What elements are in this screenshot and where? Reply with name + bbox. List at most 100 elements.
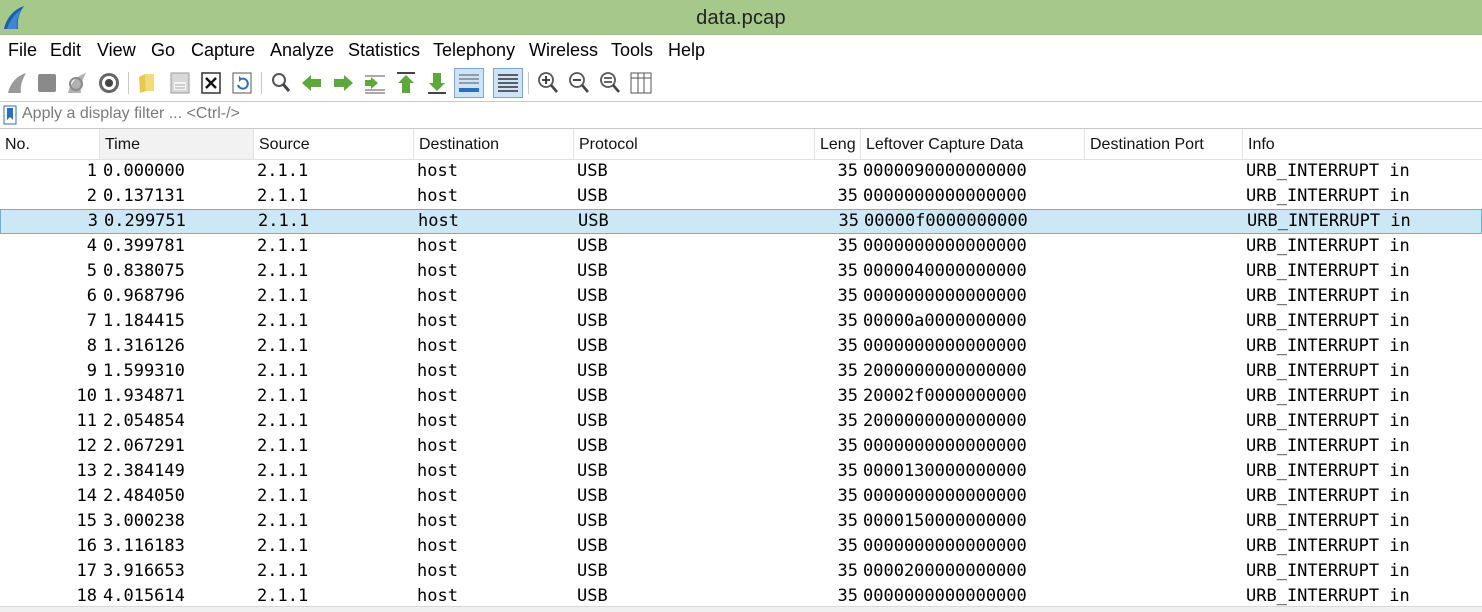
display-filter-input[interactable] xyxy=(20,103,1464,125)
menu-tools[interactable]: Tools xyxy=(609,35,655,65)
packet-leftover-data: 20002f0000000000 xyxy=(863,386,1027,406)
table-row[interactable]: 16 3.116183 2.1.1 host USB 35 0000000000000000… xyxy=(0,534,1482,559)
close-file-icon[interactable] xyxy=(198,70,224,96)
packet-time: 2.484050 xyxy=(103,486,185,506)
packet-time: 0.000000 xyxy=(103,161,185,181)
packet-number: 3 xyxy=(87,211,98,231)
packet-length: 35 xyxy=(837,361,858,381)
packet-protocol: USB xyxy=(577,561,608,581)
packet-number: 13 xyxy=(76,461,97,481)
column-header-leftover-data[interactable]: Leftover Capture Data xyxy=(861,129,1085,159)
menu-analyze[interactable]: Analyze xyxy=(268,35,336,65)
find-packet-icon[interactable] xyxy=(268,70,294,96)
bookmark-icon[interactable] xyxy=(3,105,17,125)
packet-length: 35 xyxy=(837,511,858,531)
packet-length: 35 xyxy=(837,311,858,331)
column-header-destination-port[interactable]: Destination Port xyxy=(1085,129,1243,159)
menu-wireless[interactable]: Wireless xyxy=(527,35,600,65)
pane-splitter[interactable] xyxy=(0,606,1482,612)
packet-destination-port xyxy=(1088,259,1238,284)
table-row[interactable]: 3 0.299751 2.1.1 host USB 35 00000f0000000000 U… xyxy=(0,209,1482,234)
packet-time: 1.184415 xyxy=(103,311,185,331)
table-row[interactable]: 6 0.968796 2.1.1 host USB 35 0000000000000000 U… xyxy=(0,284,1482,309)
packet-number: 12 xyxy=(76,436,97,456)
column-header-no[interactable]: No. xyxy=(0,129,100,159)
packet-protocol: USB xyxy=(577,286,608,306)
packet-time: 2.054854 xyxy=(103,411,185,431)
packet-number: 16 xyxy=(76,536,97,556)
packet-destination-port xyxy=(1088,359,1238,384)
go-to-packet-icon[interactable] xyxy=(362,70,388,96)
table-row[interactable]: 5 0.838075 2.1.1 host USB 35 0000040000000000 U… xyxy=(0,259,1482,284)
colorize-icon[interactable] xyxy=(493,68,523,98)
go-last-packet-icon[interactable] xyxy=(424,70,450,96)
menu-file[interactable]: File xyxy=(6,35,39,65)
open-file-icon[interactable] xyxy=(135,70,161,96)
menu-edit[interactable]: Edit xyxy=(48,35,83,65)
zoom-out-icon[interactable] xyxy=(566,70,592,96)
menu-help[interactable]: Help xyxy=(666,35,707,65)
resize-columns-icon[interactable] xyxy=(628,70,654,96)
table-row[interactable]: 9 1.599310 2.1.1 host USB 35 2000000000000000 U… xyxy=(0,359,1482,384)
packet-destination: host xyxy=(417,511,458,531)
column-header-protocol[interactable]: Protocol xyxy=(574,129,815,159)
table-row[interactable]: 8 1.316126 2.1.1 host USB 35 0000000000000000 U… xyxy=(0,334,1482,359)
table-row[interactable]: 2 0.137131 2.1.1 host USB 35 0000000000000000 U… xyxy=(0,184,1482,209)
packet-destination: host xyxy=(417,186,458,206)
column-header-info[interactable]: Info xyxy=(1243,129,1482,159)
capture-options-icon[interactable] xyxy=(96,70,122,96)
table-row[interactable]: 7 1.184415 2.1.1 host USB 35 00000a0000000000 U… xyxy=(0,309,1482,334)
table-row[interactable]: 12 2.067291 2.1.1 host USB 35 0000000000000000… xyxy=(0,434,1482,459)
packet-leftover-data: 00000f0000000000 xyxy=(864,211,1028,231)
packet-list-header: No. Time Source Destination Protocol Len… xyxy=(0,129,1482,160)
table-row[interactable]: 17 3.916653 2.1.1 host USB 35 0000200000000000… xyxy=(0,559,1482,584)
packet-destination: host xyxy=(418,211,459,231)
save-file-icon[interactable] xyxy=(167,70,193,96)
table-row[interactable]: 11 2.054854 2.1.1 host USB 35 2000000000000000… xyxy=(0,409,1482,434)
menu-telephony[interactable]: Telephony xyxy=(431,35,517,65)
table-row[interactable]: 1 0.000000 2.1.1 host USB 35 0000090000000000 U… xyxy=(0,159,1482,184)
packet-time: 1.934871 xyxy=(103,386,185,406)
packet-info: URB_INTERRUPT in xyxy=(1246,236,1410,256)
start-capture-icon[interactable] xyxy=(4,70,30,96)
table-row[interactable]: 4 0.399781 2.1.1 host USB 35 0000000000000000 U… xyxy=(0,234,1482,259)
column-header-source[interactable]: Source xyxy=(254,129,414,159)
menu-go[interactable]: Go xyxy=(149,35,177,65)
packet-info: URB_INTERRUPT in xyxy=(1246,561,1410,581)
packet-length: 35 xyxy=(837,261,858,281)
title-bar: data.pcap xyxy=(0,0,1482,35)
table-row[interactable]: 14 2.484050 2.1.1 host USB 35 0000000000000000… xyxy=(0,484,1482,509)
packet-source: 2.1.1 xyxy=(257,161,309,181)
packet-destination-port xyxy=(1088,334,1238,359)
go-forward-icon[interactable] xyxy=(330,70,356,96)
table-row[interactable]: 10 1.934871 2.1.1 host USB 35 20002f0000000000… xyxy=(0,384,1482,409)
column-header-time[interactable]: Time xyxy=(100,129,254,159)
zoom-in-icon[interactable] xyxy=(535,70,561,96)
menu-capture[interactable]: Capture xyxy=(189,35,257,65)
packet-destination-port xyxy=(1088,434,1238,459)
restart-capture-icon[interactable] xyxy=(64,70,90,96)
table-row[interactable]: 15 3.000238 2.1.1 host USB 35 0000150000000000… xyxy=(0,509,1482,534)
column-header-destination[interactable]: Destination xyxy=(414,129,574,159)
menu-statistics[interactable]: Statistics xyxy=(346,35,422,65)
packet-source: 2.1.1 xyxy=(257,261,309,281)
packet-source: 2.1.1 xyxy=(257,486,309,506)
go-first-packet-icon[interactable] xyxy=(393,70,419,96)
packet-info: URB_INTERRUPT in xyxy=(1246,511,1410,531)
reload-file-icon[interactable] xyxy=(229,70,255,96)
menu-view[interactable]: View xyxy=(95,35,138,65)
column-header-length[interactable]: Leng xyxy=(815,129,861,159)
go-back-icon[interactable] xyxy=(299,70,325,96)
stop-capture-icon[interactable] xyxy=(34,70,60,96)
packet-number: 14 xyxy=(76,486,97,506)
packet-number: 2 xyxy=(86,186,97,206)
autoscroll-icon[interactable] xyxy=(454,68,484,98)
packet-info: URB_INTERRUPT in xyxy=(1246,186,1410,206)
packet-leftover-data: 0000150000000000 xyxy=(863,511,1027,531)
packet-info: URB_INTERRUPT in xyxy=(1246,311,1410,331)
packet-destination: host xyxy=(417,486,458,506)
table-row[interactable]: 13 2.384149 2.1.1 host USB 35 0000130000000000… xyxy=(0,459,1482,484)
packet-destination-port xyxy=(1088,459,1238,484)
packet-time: 0.399781 xyxy=(103,236,185,256)
zoom-normal-icon[interactable] xyxy=(597,70,623,96)
